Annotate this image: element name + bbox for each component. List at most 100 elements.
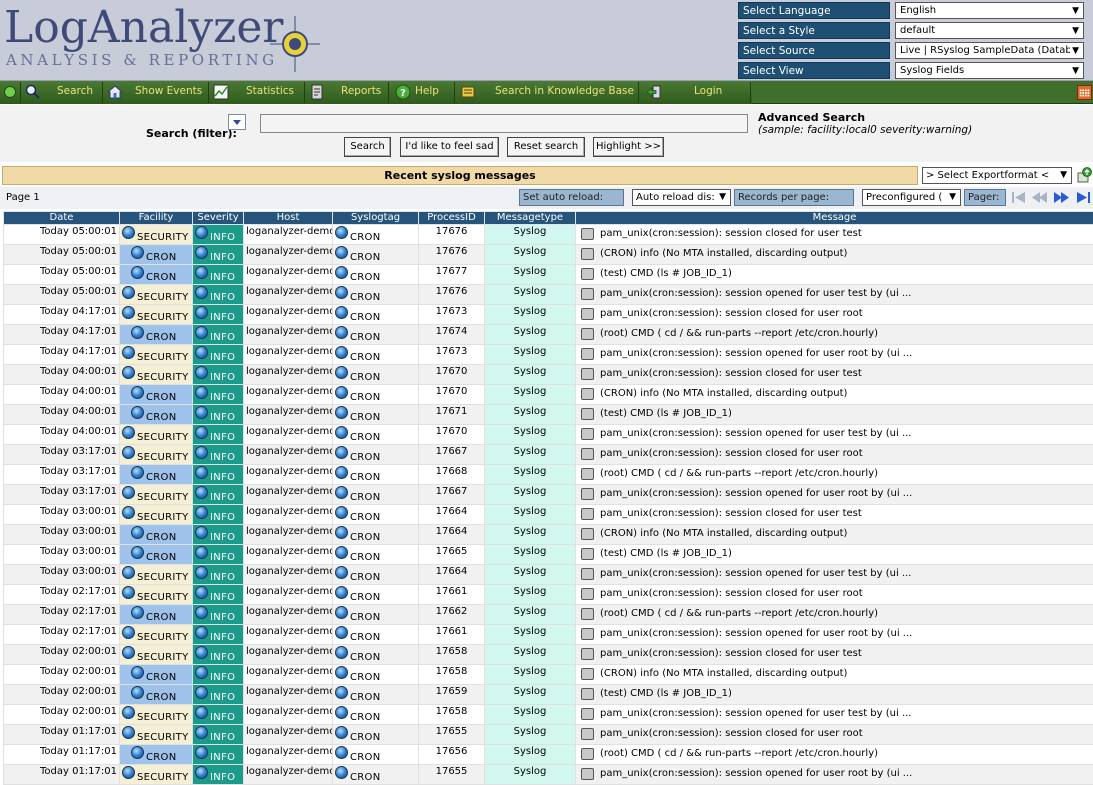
- cell-processid[interactable]: 17673: [419, 345, 485, 365]
- cell-message[interactable]: (root) CMD ( cd / && run-parts --report …: [576, 325, 1093, 345]
- cell-processid[interactable]: 17674: [419, 325, 485, 345]
- message-details-icon[interactable]: [581, 508, 594, 520]
- cell-messagetype[interactable]: Syslog: [485, 345, 576, 365]
- cell-syslogtag[interactable]: CRON: [333, 265, 419, 285]
- export-format-dropdown[interactable]: > Select Exportformat < ▼: [922, 167, 1072, 184]
- records-per-page-dropdown[interactable]: Preconfigured ( ▼: [862, 189, 961, 206]
- cell-messagetype[interactable]: Syslog: [485, 625, 576, 645]
- cell-facility[interactable]: CRON: [120, 525, 193, 545]
- menu-item-login[interactable]: Login: [640, 81, 750, 104]
- cell-messagetype[interactable]: Syslog: [485, 745, 576, 765]
- cell-processid[interactable]: 17658: [419, 665, 485, 685]
- next-page-icon[interactable]: [1053, 190, 1070, 205]
- cell-severity[interactable]: INFO: [193, 405, 244, 425]
- cell-host[interactable]: loganalyzer-demo: [244, 445, 333, 465]
- column-header-message[interactable]: Message: [576, 212, 1093, 225]
- cell-facility[interactable]: CRON: [120, 545, 193, 565]
- cell-message[interactable]: (test) CMD (ls # JOB_ID_1): [576, 545, 1093, 565]
- message-details-icon[interactable]: [581, 648, 594, 660]
- cell-messagetype[interactable]: Syslog: [485, 285, 576, 305]
- table-row[interactable]: Today 03:17:01SECURITYINFOloganalyzer-de…: [4, 485, 1093, 505]
- message-details-icon[interactable]: [581, 668, 594, 680]
- cell-severity[interactable]: INFO: [193, 545, 244, 565]
- table-row[interactable]: Today 05:00:01CRONINFOloganalyzer-demoCR…: [4, 245, 1093, 265]
- cell-processid[interactable]: 17655: [419, 725, 485, 745]
- message-details-icon[interactable]: [581, 568, 594, 580]
- cell-processid[interactable]: 17664: [419, 525, 485, 545]
- cell-syslogtag[interactable]: CRON: [333, 325, 419, 345]
- cell-processid[interactable]: 17677: [419, 265, 485, 285]
- table-row[interactable]: Today 02:00:01SECURITYINFOloganalyzer-de…: [4, 645, 1093, 665]
- table-row[interactable]: Today 05:00:01CRONINFOloganalyzer-demoCR…: [4, 265, 1093, 285]
- cell-processid[interactable]: 17667: [419, 445, 485, 465]
- message-details-icon[interactable]: [581, 468, 594, 480]
- message-details-icon[interactable]: [581, 408, 594, 420]
- menu-item-help[interactable]: ? Help: [390, 81, 454, 104]
- cell-facility[interactable]: SECURITY: [120, 305, 193, 325]
- cell-message[interactable]: (CRON) info (No MTA installed, discardin…: [576, 525, 1093, 545]
- table-row[interactable]: Today 02:17:01CRONINFOloganalyzer-demoCR…: [4, 605, 1093, 625]
- cell-severity[interactable]: INFO: [193, 265, 244, 285]
- cell-syslogtag[interactable]: CRON: [333, 465, 419, 485]
- message-details-icon[interactable]: [581, 768, 594, 780]
- cell-messagetype[interactable]: Syslog: [485, 645, 576, 665]
- cell-host[interactable]: loganalyzer-demo: [244, 245, 333, 265]
- cell-severity[interactable]: INFO: [193, 385, 244, 405]
- cell-processid[interactable]: 17661: [419, 585, 485, 605]
- message-details-icon[interactable]: [581, 608, 594, 620]
- feel-sad-button[interactable]: I'd like to feel sad: [400, 137, 499, 157]
- cell-messagetype[interactable]: Syslog: [485, 765, 576, 785]
- cell-messagetype[interactable]: Syslog: [485, 265, 576, 285]
- cell-messagetype[interactable]: Syslog: [485, 725, 576, 745]
- message-details-icon[interactable]: [581, 228, 594, 240]
- cell-facility[interactable]: CRON: [120, 325, 193, 345]
- message-details-icon[interactable]: [581, 388, 594, 400]
- cell-severity[interactable]: INFO: [193, 585, 244, 605]
- cell-facility[interactable]: CRON: [120, 685, 193, 705]
- message-details-icon[interactable]: [581, 428, 594, 440]
- table-row[interactable]: Today 03:17:01SECURITYINFOloganalyzer-de…: [4, 445, 1093, 465]
- cell-host[interactable]: loganalyzer-demo: [244, 265, 333, 285]
- cell-processid[interactable]: 17665: [419, 545, 485, 565]
- cell-messagetype[interactable]: Syslog: [485, 505, 576, 525]
- cell-facility[interactable]: SECURITY: [120, 585, 193, 605]
- cell-message[interactable]: (root) CMD ( cd / && run-parts --report …: [576, 465, 1093, 485]
- cell-host[interactable]: loganalyzer-demo: [244, 765, 333, 785]
- cell-processid[interactable]: 17661: [419, 625, 485, 645]
- menu-item-reports[interactable]: Reports: [306, 81, 388, 104]
- cell-severity[interactable]: INFO: [193, 765, 244, 785]
- cell-facility[interactable]: CRON: [120, 405, 193, 425]
- cell-syslogtag[interactable]: CRON: [333, 305, 419, 325]
- message-details-icon[interactable]: [581, 308, 594, 320]
- cell-facility[interactable]: SECURITY: [120, 345, 193, 365]
- cell-message[interactable]: pam_unix(cron:session): session closed f…: [576, 505, 1093, 525]
- table-row[interactable]: Today 03:00:01SECURITYINFOloganalyzer-de…: [4, 505, 1093, 525]
- cell-facility[interactable]: SECURITY: [120, 625, 193, 645]
- cell-facility[interactable]: CRON: [120, 465, 193, 485]
- export-icon[interactable]: [1077, 167, 1092, 183]
- cell-messagetype[interactable]: Syslog: [485, 585, 576, 605]
- cell-facility[interactable]: CRON: [120, 745, 193, 765]
- cell-messagetype[interactable]: Syslog: [485, 565, 576, 585]
- cell-severity[interactable]: INFO: [193, 245, 244, 265]
- cell-facility[interactable]: SECURITY: [120, 505, 193, 525]
- message-details-icon[interactable]: [581, 488, 594, 500]
- cell-message[interactable]: pam_unix(cron:session): session closed f…: [576, 225, 1093, 245]
- table-row[interactable]: Today 01:17:01CRONINFOloganalyzer-demoCR…: [4, 745, 1093, 765]
- highlight-button[interactable]: Highlight >>: [593, 137, 664, 157]
- message-details-icon[interactable]: [581, 688, 594, 700]
- cell-message[interactable]: pam_unix(cron:session): session closed f…: [576, 645, 1093, 665]
- cell-facility[interactable]: SECURITY: [120, 225, 193, 245]
- column-header-severity[interactable]: Severity: [193, 212, 244, 225]
- message-details-icon[interactable]: [581, 328, 594, 340]
- cell-message[interactable]: pam_unix(cron:session): session opened f…: [576, 565, 1093, 585]
- cell-processid[interactable]: 17662: [419, 605, 485, 625]
- cell-message[interactable]: pam_unix(cron:session): session closed f…: [576, 725, 1093, 745]
- cell-processid[interactable]: 17668: [419, 465, 485, 485]
- select-view-dropdown[interactable]: Syslog Fields▼: [895, 62, 1084, 79]
- cell-processid[interactable]: 17673: [419, 305, 485, 325]
- cell-processid[interactable]: 17670: [419, 385, 485, 405]
- column-header-processid[interactable]: ProcessID: [419, 212, 485, 225]
- table-row[interactable]: Today 04:17:01SECURITYINFOloganalyzer-de…: [4, 345, 1093, 365]
- cell-messagetype[interactable]: Syslog: [485, 325, 576, 345]
